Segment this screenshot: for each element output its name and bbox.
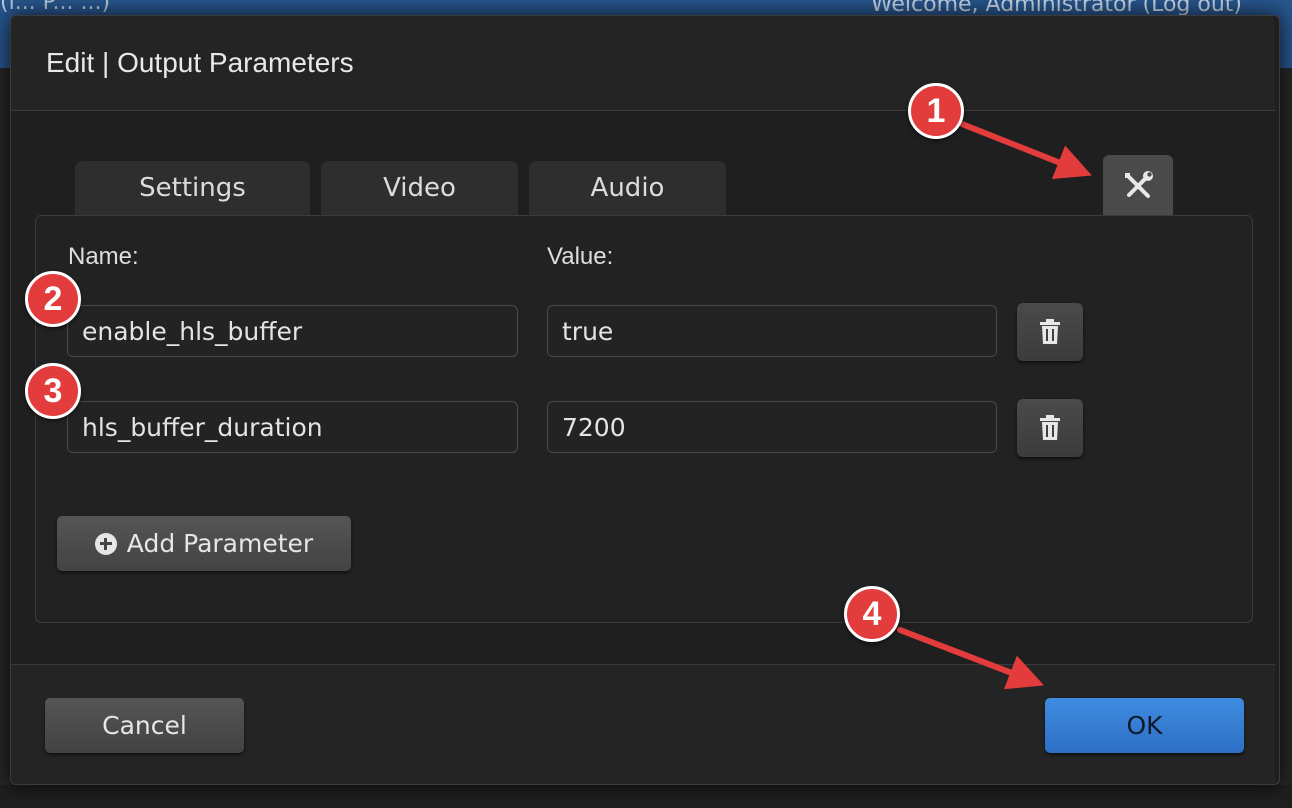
annotation-arrow-4 <box>897 627 1045 690</box>
annotation-badge-1: 1 <box>908 83 964 139</box>
annotation-arrow-1 <box>959 121 1092 179</box>
annotation-badge-4: 4 <box>844 586 900 642</box>
annotation-badge-3: 3 <box>25 363 81 419</box>
annotation-arrows <box>897 121 1092 690</box>
annotation-badge-2: 2 <box>25 271 81 327</box>
